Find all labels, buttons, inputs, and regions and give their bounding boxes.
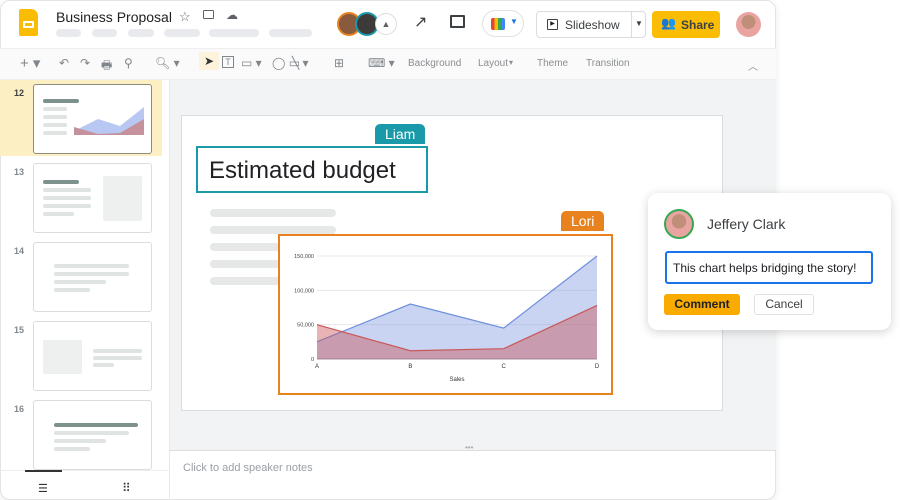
image-icon[interactable]: ▭ ▾ bbox=[241, 56, 262, 70]
redo-icon[interactable]: ↷ bbox=[80, 56, 90, 70]
slide-number: 16 bbox=[14, 404, 25, 414]
x-tick-label: B bbox=[408, 364, 412, 370]
y-tick-label: 150,000 bbox=[294, 254, 314, 260]
commenter-avatar bbox=[664, 209, 694, 239]
y-tick-label: 100,000 bbox=[294, 288, 314, 294]
resize-handle[interactable]: ••• bbox=[465, 443, 473, 452]
undo-icon[interactable]: ↶ bbox=[59, 56, 69, 70]
share-button[interactable]: 👥 Share bbox=[652, 11, 720, 38]
collaborator-tag-liam: Liam bbox=[375, 124, 426, 144]
grid-view-icon[interactable]: ⠿ bbox=[122, 481, 131, 495]
x-tick-label: C bbox=[501, 364, 506, 370]
share-label: Share bbox=[681, 18, 715, 32]
slide-title-box[interactable]: Estimated budget bbox=[196, 146, 428, 193]
transition-button[interactable]: Transition bbox=[586, 58, 630, 69]
activity-trend-icon[interactable]: ↗ bbox=[414, 12, 427, 32]
slideshow-options-chevron-icon[interactable]: ▼ bbox=[635, 19, 643, 28]
y-tick-label: 50,000 bbox=[297, 323, 314, 329]
meet-button[interactable]: ▼ bbox=[482, 10, 524, 37]
line-icon[interactable]: ╲ ▾ bbox=[292, 56, 309, 70]
x-tick-label: A bbox=[315, 364, 319, 370]
collapse-toolbar-icon[interactable]: ︿ bbox=[748, 58, 758, 73]
y-tick-label: 0 bbox=[311, 357, 314, 363]
paint-format-icon[interactable]: ⚲ bbox=[124, 56, 133, 70]
select-icon[interactable]: ➤ bbox=[199, 52, 220, 70]
layout-button[interactable]: Layout bbox=[478, 58, 508, 69]
move-to-folder-icon[interactable] bbox=[203, 10, 214, 19]
comment-input[interactable]: This chart helps bridging the story! bbox=[665, 251, 873, 284]
print-icon[interactable]: 🖶 bbox=[101, 56, 112, 77]
people-icon: 👥 bbox=[661, 16, 676, 30]
slide-number: 13 bbox=[14, 167, 25, 177]
comment-card: Jeffery Clark This chart helps bridging … bbox=[648, 193, 891, 330]
area-chart: 0 50,000 100,000 150,000 A B C D Sales bbox=[294, 254, 600, 383]
slide-thumbnail[interactable] bbox=[33, 163, 152, 233]
speaker-notes[interactable]: Click to add speaker notes bbox=[183, 462, 313, 474]
insert-comment-icon[interactable]: ⊞ bbox=[334, 56, 344, 70]
cloud-saved-icon[interactable]: ☁ bbox=[226, 8, 238, 22]
slideshow-button[interactable]: ▶ Slideshow ▼ bbox=[536, 11, 646, 38]
chevron-down-icon: ▼ bbox=[510, 17, 518, 26]
chart[interactable]: 0 50,000 100,000 150,000 A B C D Sales bbox=[278, 234, 613, 395]
comment-cancel-button[interactable]: Cancel bbox=[754, 294, 814, 315]
slide-thumbnail[interactable] bbox=[33, 400, 152, 470]
comment-submit-button[interactable]: Comment bbox=[664, 294, 740, 315]
theme-button[interactable]: Theme bbox=[537, 58, 568, 69]
slide-number: 12 bbox=[14, 88, 25, 98]
slide-thumbnail[interactable] bbox=[33, 242, 152, 312]
new-slide-icon[interactable]: + ▾ bbox=[20, 54, 40, 72]
comments-icon[interactable] bbox=[450, 15, 465, 28]
slideshow-label: Slideshow bbox=[565, 18, 620, 32]
slides-logo[interactable] bbox=[19, 9, 38, 36]
x-axis-label: Sales bbox=[449, 377, 464, 383]
account-avatar[interactable] bbox=[736, 12, 761, 37]
zoom-icon[interactable]: 🔍︎ ▾ bbox=[155, 56, 180, 70]
slide-number: 14 bbox=[14, 246, 25, 256]
slide-thumbnail[interactable] bbox=[33, 84, 152, 154]
keyboard-icon[interactable]: ⌨ ▾ bbox=[368, 56, 395, 70]
x-tick-label: D bbox=[595, 364, 600, 370]
star-icon[interactable]: ☆ bbox=[179, 9, 191, 25]
more-collaborators-icon[interactable]: ▲ bbox=[375, 13, 397, 35]
slide-title: Estimated budget bbox=[209, 157, 396, 184]
present-icon: ▶ bbox=[547, 19, 558, 30]
document-title[interactable]: Business Proposal bbox=[56, 9, 172, 25]
slide-number: 15 bbox=[14, 325, 25, 335]
text-box-icon[interactable]: T bbox=[222, 56, 234, 68]
background-button[interactable]: Background bbox=[408, 58, 461, 69]
slide-thumbnail[interactable] bbox=[33, 321, 152, 391]
collaborator-tag-lori: Lori bbox=[561, 211, 605, 231]
commenter-name: Jeffery Clark bbox=[707, 216, 786, 232]
filmstrip-view-icon[interactable]: ☰ bbox=[38, 482, 48, 495]
filmstrip: 12 13 14 15 16 ☰ ⠿ bbox=[0, 80, 170, 500]
